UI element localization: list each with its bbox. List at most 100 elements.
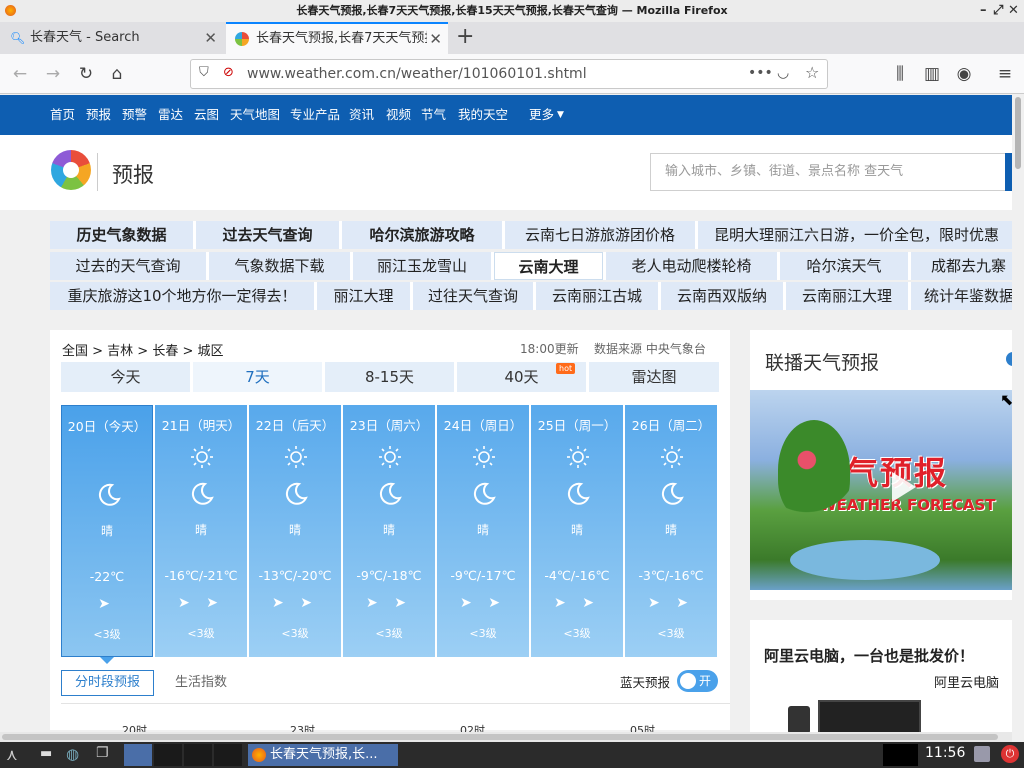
reload-icon[interactable]: ↻ [74, 62, 98, 86]
ad-link[interactable]: 哈尔滨旅游攻略 [342, 221, 502, 249]
sidebar-icon[interactable]: ▥ [920, 62, 944, 86]
tab-life-index[interactable]: 生活指数 [175, 670, 227, 696]
day-card[interactable]: 25日（周一） 晴 -4℃/-16℃ ➤ ➤ <3级 [531, 405, 623, 657]
day-weather: 晴 [288, 523, 301, 537]
video-player[interactable]: 天气预报 WEATHER FORECAST [750, 390, 1012, 590]
navigation-toolbar: ← → ↻ ⌂ ⛉ ⊘ www.weather.com.cn/weather/1… [0, 54, 1024, 94]
moon-icon [473, 482, 496, 505]
ad-link[interactable]: 统计年鉴数据 [911, 282, 1012, 310]
moon-icon [379, 482, 402, 505]
tab-weather[interactable]: 长春天气预报,长春7天天气预报 ✕ [226, 22, 448, 54]
ad-link[interactable]: 过去的天气查询 [50, 252, 206, 280]
forward-icon[interactable]: → [41, 62, 65, 86]
scrollbar-thumb[interactable] [1015, 97, 1021, 169]
day-card[interactable]: 26日（周二） 晴 -3℃/-16℃ ➤ ➤ <3级 [625, 405, 717, 657]
site-nav-item[interactable]: 资讯 [349, 95, 374, 135]
site-nav-item[interactable]: 我的天空 [458, 95, 508, 135]
horizontal-scrollbar[interactable] [0, 732, 1012, 742]
ad-link[interactable]: 重庆旅游这10个地方你一定得去！ [50, 282, 314, 310]
page-actions-icon[interactable]: ••• [748, 65, 773, 81]
back-icon[interactable]: ← [8, 62, 32, 86]
insecure-lock-icon[interactable]: ⊘ [223, 65, 234, 80]
start-menu-icon[interactable]: ⋏ [6, 745, 18, 764]
search-button[interactable] [1005, 153, 1012, 191]
ad-link[interactable]: 丽江玉龙雪山 [353, 252, 491, 280]
day-card[interactable]: 24日（周日） 晴 -9℃/-17℃ ➤ ➤ <3级 [437, 405, 529, 657]
taskbar-task[interactable]: 长春天气预报,长... [248, 744, 398, 766]
ad-link[interactable]: 云南丽江古城 [536, 282, 658, 310]
ad-link[interactable]: 云南西双版纳 [661, 282, 783, 310]
menu-icon[interactable]: ≡ [993, 62, 1017, 86]
workspace-box[interactable] [214, 744, 242, 766]
site-nav-item[interactable]: 节气 [421, 95, 446, 135]
account-icon[interactable]: ◉ [952, 62, 976, 86]
ad-link[interactable]: 老人电动爬楼轮椅 [606, 252, 777, 280]
ad-link[interactable]: 历史气象数据 [50, 221, 193, 249]
ad-link[interactable]: 过去天气查询 [196, 221, 339, 249]
url-text[interactable]: www.weather.com.cn/weather/101060101.sht… [247, 60, 587, 88]
close-tab-icon[interactable]: ✕ [427, 24, 442, 54]
ad-link[interactable]: 云南大理 [494, 252, 603, 280]
site-nav-item[interactable]: 视频 [386, 95, 411, 135]
day-date: 24日（周日） [443, 418, 523, 433]
tab-8-15day[interactable]: 8-15天 [325, 362, 454, 392]
ad-widget[interactable]: 阿里云电脑，一台也是批发价！ 阿里云电脑 [750, 620, 1012, 740]
day-card[interactable]: 20日（今天） 晴 -22℃ ➤ <3级 [61, 405, 153, 657]
files-icon[interactable]: ▬ [40, 746, 52, 761]
site-nav-item[interactable]: 雷达 [158, 95, 183, 135]
globe-icon[interactable]: ◍ [66, 745, 79, 763]
ad-link[interactable]: 过往天气查询 [413, 282, 533, 310]
tab-search[interactable]: 🔍︎ 长春天气 - Search ✕ [0, 22, 223, 54]
tab-radar[interactable]: 雷达图 [589, 362, 719, 392]
new-tab-icon[interactable]: + [456, 24, 474, 49]
site-nav-item[interactable]: 首页 [50, 95, 75, 135]
city-search-input[interactable]: 输入城市、乡镇、街道、景点名称 查天气 [650, 153, 1008, 191]
vertical-scrollbar[interactable] [1012, 95, 1024, 735]
day-date: 22日（后天） [255, 418, 335, 433]
workspace-box[interactable] [154, 744, 182, 766]
close-tab-icon[interactable]: ✕ [204, 22, 217, 54]
library-icon[interactable]: ⫼ [888, 62, 912, 86]
shield-icon[interactable]: ⛉ [199, 65, 209, 80]
site-nav-item[interactable]: 云图 [194, 95, 219, 135]
workspace-box[interactable] [184, 744, 212, 766]
tab-hourly-forecast[interactable]: 分时段预报 [61, 670, 154, 696]
sun-icon [285, 446, 307, 468]
site-nav-more[interactable]: 更多 [529, 95, 554, 135]
user-icon[interactable] [974, 746, 990, 762]
ad-link[interactable]: 云南七日游旅游团价格 [505, 221, 695, 249]
bookmark-star-icon[interactable]: ☆ [805, 63, 819, 82]
sun-icon [473, 446, 495, 468]
site-nav-item[interactable]: 专业产品 [290, 95, 340, 135]
tab-today[interactable]: 今天 [61, 362, 190, 392]
site-nav-item[interactable]: 预警 [122, 95, 147, 135]
pocket-icon[interactable]: ◡ [777, 65, 789, 81]
site-nav-item[interactable]: 预报 [86, 95, 111, 135]
ad-link[interactable]: 昆明大理丽江六日游，一价全包，限时优惠 [698, 221, 1012, 249]
close-window-icon[interactable]: ✕ [1008, 0, 1019, 22]
firefox-launcher-icon[interactable] [124, 744, 152, 766]
day-card[interactable]: 23日（周六） 晴 -9℃/-18℃ ➤ ➤ <3级 [343, 405, 435, 657]
ad-link[interactable]: 气象数据下载 [209, 252, 350, 280]
day-card[interactable]: 21日（明天） 晴 -16℃/-21℃ ➤ ➤ <3级 [155, 405, 247, 657]
ad-title[interactable]: 阿里云电脑，一台也是批发价！ [764, 645, 974, 666]
scrollbar-thumb[interactable] [2, 734, 998, 740]
tab-7day[interactable]: 7天 [193, 362, 322, 392]
weather-logo[interactable] [51, 150, 91, 190]
breadcrumb[interactable]: 全国 > 吉林 > 长春 > 城区 [62, 340, 223, 359]
day-card[interactable]: 22日（后天） 晴 -13℃/-20℃ ➤ ➤ <3级 [249, 405, 341, 657]
ad-link[interactable]: 哈尔滨天气 [780, 252, 908, 280]
power-icon[interactable]: ⏻ [1001, 745, 1019, 763]
blue-sky-toggle[interactable]: 开 [677, 670, 718, 692]
ad-link[interactable]: 云南丽江大理 [786, 282, 908, 310]
section-title: 预报 [112, 163, 154, 187]
minimize-icon[interactable]: – [980, 0, 987, 22]
window-manager-icon[interactable]: ❐ [96, 745, 109, 761]
url-bar[interactable]: ⛉ ⊘ www.weather.com.cn/weather/101060101… [190, 59, 828, 89]
play-icon[interactable] [892, 472, 916, 502]
home-icon[interactable]: ⌂ [105, 62, 129, 86]
ad-link[interactable]: 成都去九寨 [911, 252, 1012, 280]
maximize-icon[interactable]: ⤢ [993, 0, 1003, 22]
site-nav-item[interactable]: 天气地图 [230, 95, 280, 135]
ad-link[interactable]: 丽江大理 [317, 282, 410, 310]
